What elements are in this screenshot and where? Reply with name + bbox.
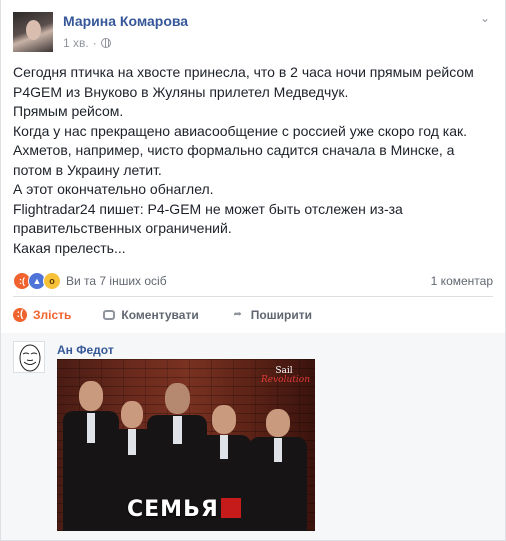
poster-title-text: СЕМЬЯ — [127, 497, 219, 522]
author-avatar[interactable] — [13, 12, 53, 52]
angry-icon: :( — [13, 308, 27, 322]
comment-button[interactable]: Коментувати — [103, 308, 199, 322]
share-icon: ➦ — [233, 309, 242, 320]
comment-section: Ан Федот Sail Revolution СЕМЬЯ — [1, 333, 505, 540]
post-paragraph: А этот окончательно обнаглел. — [13, 181, 214, 197]
comments-count[interactable]: 1 коментар — [431, 274, 493, 288]
react-button-label: Злість — [33, 308, 72, 322]
poster-mark-icon — [220, 498, 241, 518]
poster-title: СЕМЬЯ — [127, 497, 241, 522]
share-button[interactable]: ➦ Поширити — [231, 308, 313, 322]
comment-button-label: Коментувати — [121, 308, 199, 322]
react-button[interactable]: :( Злість — [13, 308, 71, 322]
reactions-summary[interactable]: Ви та 7 інших осіб — [66, 274, 167, 288]
divider — [13, 296, 493, 297]
post-paragraph: Ахметов, например, чисто формально садит… — [13, 142, 455, 178]
comment-author-name[interactable]: Ан Федот — [57, 343, 114, 357]
wow-reaction-icon[interactable]: o — [43, 272, 61, 290]
post-paragraph: Какая прелесть... — [13, 239, 126, 256]
share-button-label: Поширити — [250, 308, 312, 322]
post-paragraph: Когда у нас прекращено авиасообщение с р… — [13, 122, 467, 139]
post-paragraph: Прямым рейсом. — [13, 103, 124, 119]
mask-avatar-icon — [19, 344, 41, 372]
globe-icon[interactable] — [100, 38, 111, 48]
post-meta: 1 хв. · — [63, 36, 111, 50]
post-body: Сегодня птичка на хвосте принесла, что в… — [13, 63, 493, 258]
poster-logo: Sail Revolution — [261, 367, 310, 397]
meta-separator: · — [92, 36, 97, 50]
commenter-avatar[interactable] — [13, 341, 45, 373]
comment-image[interactable]: Sail Revolution СЕМЬЯ — [57, 359, 315, 531]
action-bar: :( Злість Коментувати ➦ Поширити — [13, 302, 493, 328]
poster-logo-bottom: Revolution — [261, 375, 310, 385]
comment-icon — [103, 310, 116, 320]
post-card: Марина Комарова 1 хв. · ⌄ Сегодня птичка… — [0, 0, 506, 541]
reactions-bar: :( ▲ o Ви та 7 інших осіб 1 коментар — [13, 270, 493, 292]
post-paragraph: Flightradar24 пишет: P4-GEM не может быт… — [13, 200, 403, 237]
chevron-down-icon[interactable]: ⌄ — [479, 12, 491, 24]
post-paragraph: Сегодня птичка на хвосте принесла, что в… — [13, 64, 474, 100]
post-timestamp[interactable]: 1 хв. — [63, 36, 89, 50]
post-author-name[interactable]: Марина Комарова — [63, 13, 188, 29]
